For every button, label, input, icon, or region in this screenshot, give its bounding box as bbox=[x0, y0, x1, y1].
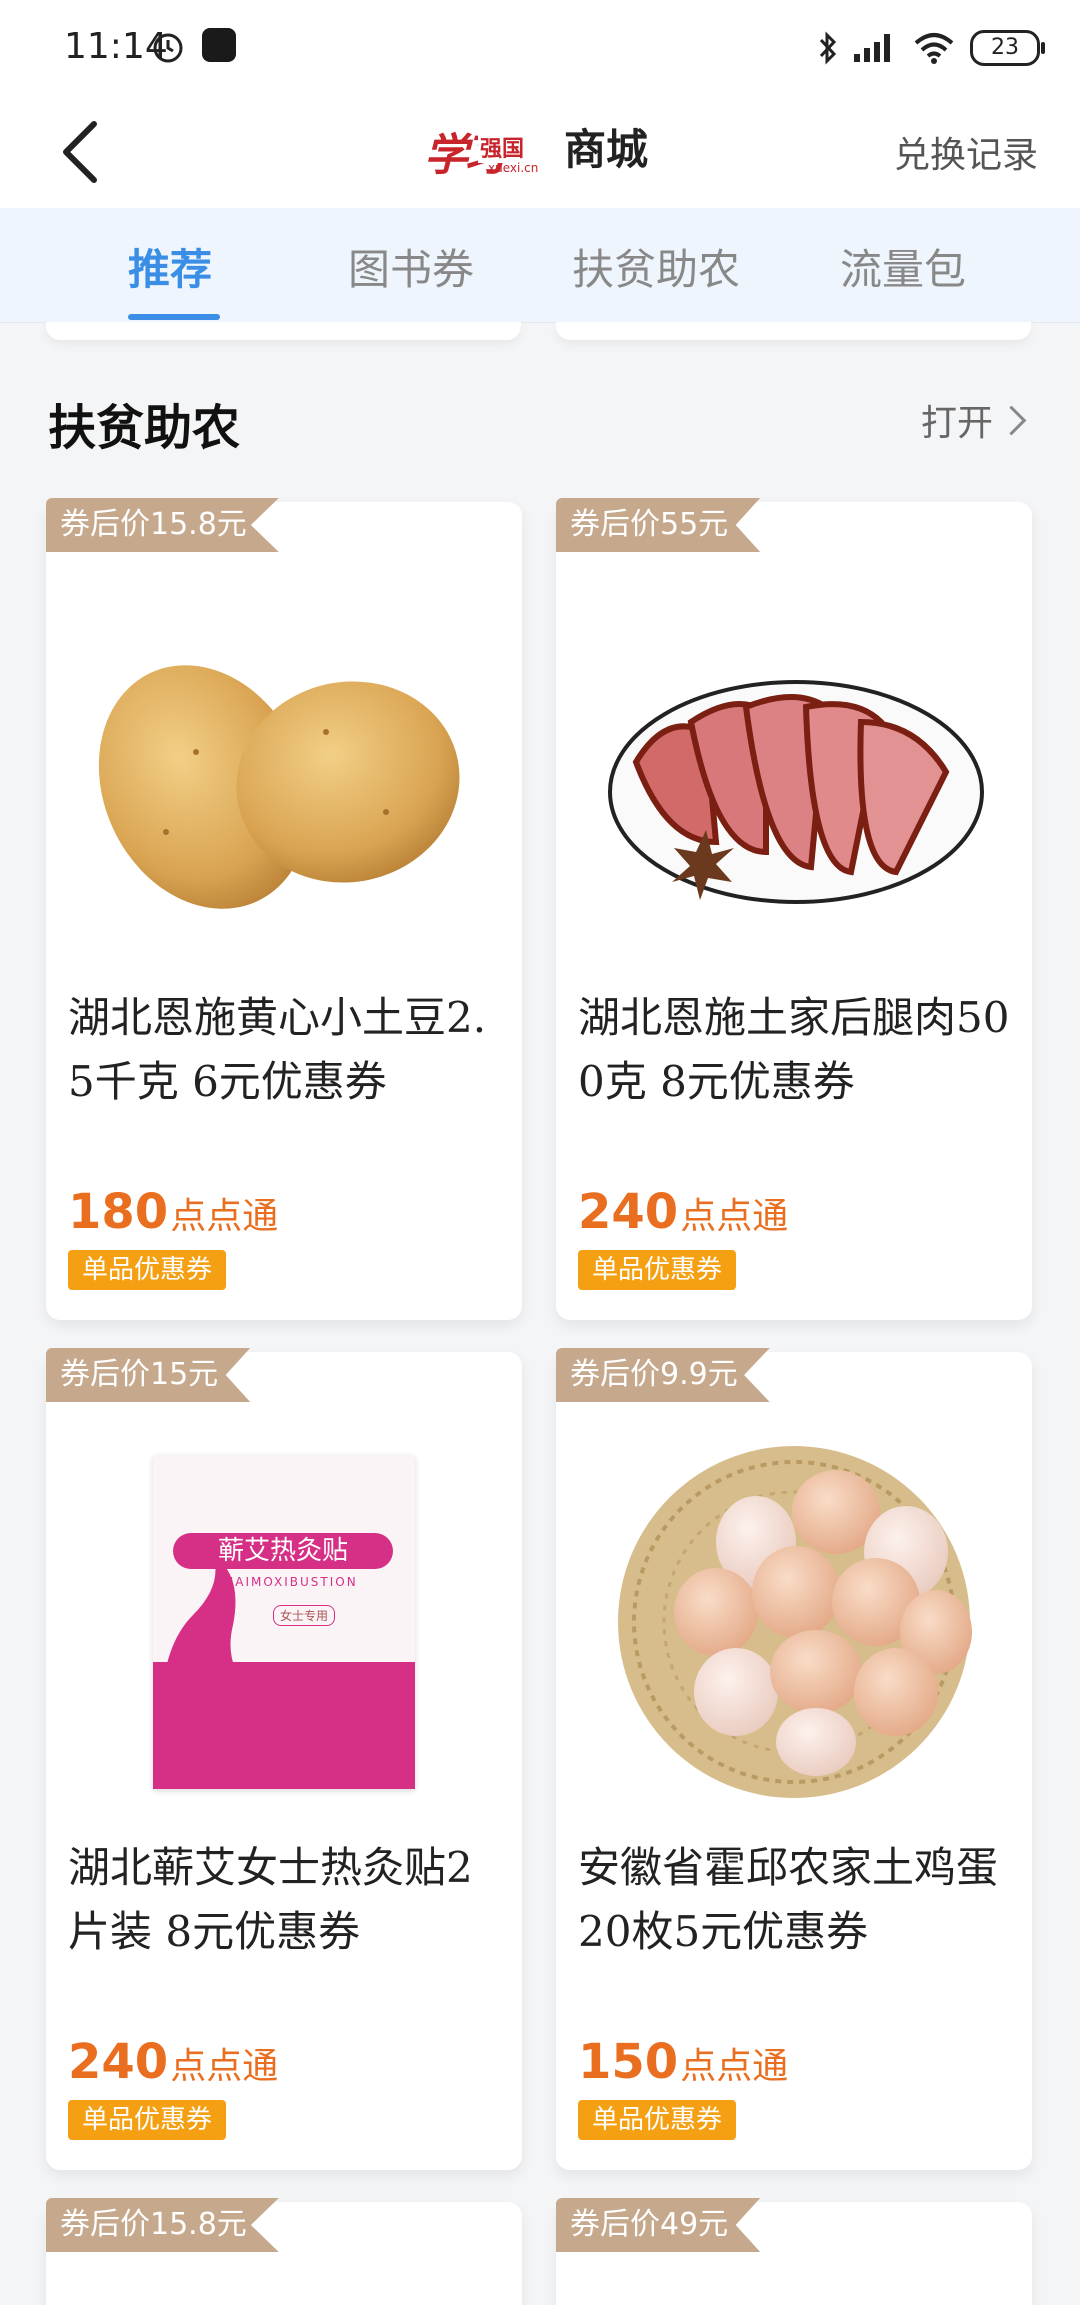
category-tabs: 推荐 图书券 扶贫助农 流量包 bbox=[0, 208, 1080, 323]
previous-card-bottom bbox=[556, 322, 1031, 340]
product-card[interactable]: 券后价15元 蕲艾热灸贴 QIAIMOXIBUSTION 女士专用 湖北蕲艾女士… bbox=[46, 1348, 522, 2170]
app-logo: 学习 强国 xuexi.cn 商城 bbox=[424, 116, 649, 181]
tab-recommend[interactable]: 推荐 bbox=[128, 236, 212, 297]
points-unit: 点点通 bbox=[170, 2046, 279, 2087]
moxa-box-note: 女士专用 bbox=[273, 1605, 336, 1626]
points-value: 180 bbox=[68, 1184, 169, 1240]
points-unit: 点点通 bbox=[680, 2046, 789, 2087]
wifi-icon bbox=[914, 33, 954, 64]
exchange-records-link[interactable]: 兑换记录 bbox=[894, 126, 1038, 178]
points-value: 150 bbox=[578, 2034, 679, 2090]
points-price: 240 点点通 bbox=[578, 1184, 788, 1240]
points-value: 240 bbox=[68, 2034, 169, 2090]
coupon-badge: 单品优惠券 bbox=[68, 2100, 227, 2140]
product-card[interactable]: 券后价15.8元 bbox=[46, 2198, 522, 2305]
alarm-icon bbox=[153, 33, 183, 63]
section-more-link[interactable]: 打开 bbox=[920, 394, 1027, 446]
content-area[interactable]: 扶贫助农 打开 券后价15.8元 湖北恩施黄心小土豆2.5千克 6元优惠券 18… bbox=[0, 322, 1080, 2305]
moxa-patch-image: 蕲艾热灸贴 QIAIMOXIBUSTION 女士专用 bbox=[86, 1432, 482, 1812]
price-after-coupon-tag: 券后价15.8元 bbox=[46, 2198, 279, 2252]
previous-card-bottom bbox=[46, 322, 521, 340]
product-card[interactable]: 券后价9.9元 安徽省霍邱农家土鸡蛋20枚5元优惠券 150 点点通 单品优惠券 bbox=[556, 1348, 1032, 2170]
price-after-coupon-tag: 券后价55元 bbox=[556, 498, 761, 552]
price-after-coupon-tag: 券后价9.9元 bbox=[556, 1348, 770, 1402]
price-after-coupon-tag: 券后价49元 bbox=[556, 2198, 761, 2252]
product-name: 湖北蕲艾女士热灸贴2片装 8元优惠券 bbox=[68, 1843, 473, 1956]
battery-indicator: 23 bbox=[970, 30, 1045, 66]
points-price: 240 点点通 bbox=[68, 2034, 278, 2090]
chevron-right-icon bbox=[996, 405, 1027, 435]
status-bar: 11:14 23 bbox=[0, 0, 1080, 96]
cured-pork-image bbox=[608, 680, 984, 904]
product-name: 湖北恩施黄心小土豆2.5千克 6元优惠券 bbox=[68, 993, 487, 1106]
points-price: 180 点点通 bbox=[68, 1184, 278, 1240]
tab-poverty-relief[interactable]: 扶贫助农 bbox=[572, 236, 740, 297]
tiktok-icon bbox=[202, 28, 236, 62]
points-unit: 点点通 bbox=[170, 1196, 279, 1237]
product-name: 湖北恩施土家后腿肉500克 8元优惠券 bbox=[578, 993, 1010, 1106]
section-more-label: 打开 bbox=[920, 403, 993, 444]
woman-silhouette-icon bbox=[161, 1555, 253, 1755]
bluetooth-icon bbox=[819, 31, 837, 65]
app-header: 学习 强国 xuexi.cn 商城 兑换记录 bbox=[0, 96, 1080, 208]
active-tab-indicator bbox=[128, 314, 220, 320]
section-title: 扶贫助农 bbox=[48, 400, 241, 456]
price-after-coupon-tag: 券后价15.8元 bbox=[46, 498, 279, 552]
eggs-basket-image bbox=[618, 1446, 972, 1798]
potato-image bbox=[98, 665, 460, 909]
product-card[interactable]: 券后价55元 湖北恩施土家后腿肉500克 8元优惠券 240 点点通 单品优惠券 bbox=[556, 498, 1032, 1320]
points-value: 240 bbox=[578, 1184, 679, 1240]
page-title: 商城 bbox=[564, 125, 649, 174]
tab-book-vouchers[interactable]: 图书券 bbox=[348, 236, 474, 297]
back-arrow-icon[interactable] bbox=[50, 112, 120, 192]
product-card[interactable]: 券后价15.8元 湖北恩施黄心小土豆2.5千克 6元优惠券 180 点点通 单品… bbox=[46, 498, 522, 1320]
tab-data-packs[interactable]: 流量包 bbox=[840, 236, 966, 297]
signal-icon bbox=[854, 34, 890, 62]
points-price: 150 点点通 bbox=[578, 2034, 788, 2090]
logo-url: xuexi.cn bbox=[488, 160, 539, 175]
coupon-badge: 单品优惠券 bbox=[578, 2100, 737, 2140]
product-card[interactable]: 券后价49元 bbox=[556, 2198, 1032, 2305]
coupon-badge: 单品优惠券 bbox=[578, 1250, 737, 1290]
xuexi-logo-mark: 学习 强国 xuexi.cn bbox=[424, 117, 554, 181]
product-name: 安徽省霍邱农家土鸡蛋20枚5元优惠券 bbox=[578, 1843, 999, 1956]
coupon-badge: 单品优惠券 bbox=[68, 1250, 227, 1290]
points-unit: 点点通 bbox=[680, 1196, 789, 1237]
price-after-coupon-tag: 券后价15元 bbox=[46, 1348, 251, 1402]
logo-sub: 强国 bbox=[478, 130, 527, 163]
